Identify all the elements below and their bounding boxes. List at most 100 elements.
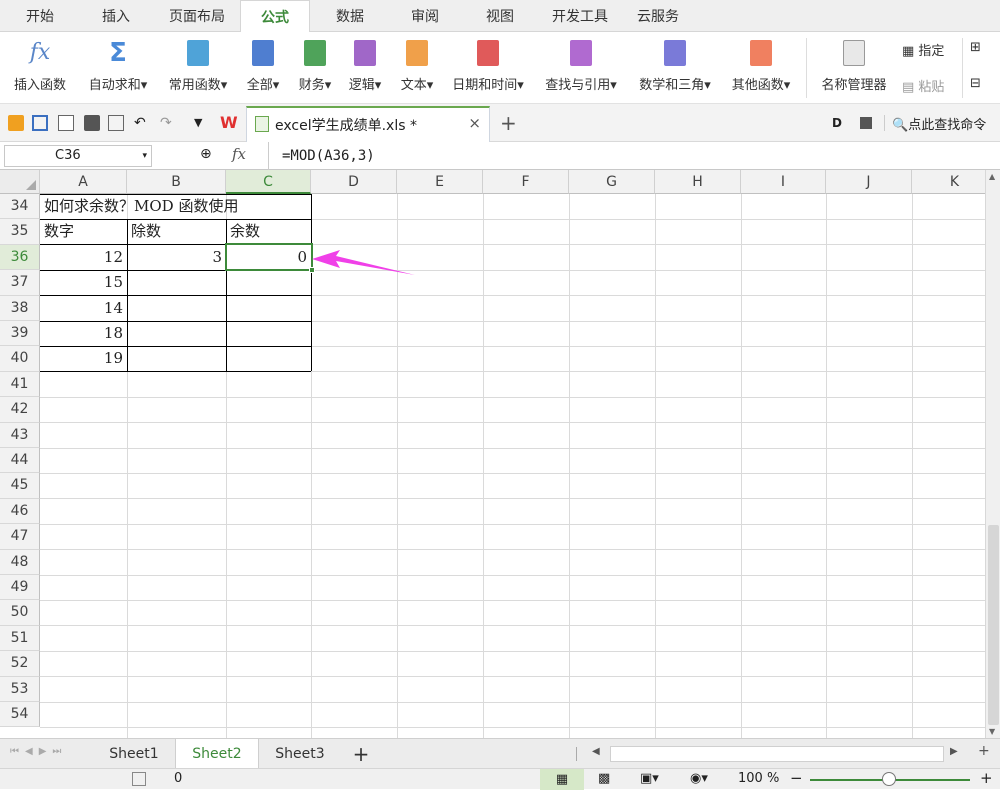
row-header[interactable]: 47 bbox=[0, 524, 40, 550]
all-functions-button[interactable]: 全部▾ bbox=[240, 36, 286, 100]
row-header[interactable]: 43 bbox=[0, 422, 40, 448]
trace-dependents-icon[interactable]: ⊟ bbox=[970, 76, 981, 91]
paste-names-button[interactable]: ▤ 粘贴 bbox=[902, 76, 944, 95]
menu-formulas[interactable]: 公式 bbox=[240, 0, 310, 33]
row-header[interactable]: 46 bbox=[0, 498, 40, 525]
scroll-up-icon[interactable]: ▲ bbox=[989, 172, 995, 181]
sheet-tab-1[interactable]: Sheet1 bbox=[94, 739, 174, 769]
cell-b36[interactable]: 3 bbox=[127, 245, 226, 270]
comment-icon[interactable] bbox=[860, 117, 872, 129]
menu-developer[interactable]: 开发工具 bbox=[540, 0, 620, 32]
scroll-right-icon[interactable]: ▶ bbox=[950, 746, 958, 757]
vertical-scrollbar[interactable]: ▲ ▼ bbox=[985, 170, 1000, 738]
column-header-j[interactable]: J bbox=[826, 170, 912, 194]
row-header[interactable]: 50 bbox=[0, 600, 40, 626]
customize-dropdown-icon[interactable]: ▼ bbox=[194, 115, 210, 131]
zoom-formula-icon[interactable]: ⊕ bbox=[200, 146, 212, 162]
menu-cloud[interactable]: 云服务 bbox=[628, 0, 688, 32]
row-header[interactable]: 42 bbox=[0, 397, 40, 423]
autosum-button[interactable]: Σ 自动求和▾ bbox=[82, 36, 154, 100]
math-trig-button[interactable]: 数学和三角▾ bbox=[632, 36, 718, 100]
financial-button[interactable]: 财务▾ bbox=[292, 36, 338, 100]
reading-mode-icon[interactable]: ◉▾ bbox=[690, 771, 708, 786]
file-tab[interactable]: excel学生成绩单.xls * × bbox=[246, 106, 490, 142]
assign-button[interactable]: ▦ 指定 bbox=[902, 40, 944, 59]
menu-insert[interactable]: 插入 bbox=[82, 0, 150, 32]
row-header-selected[interactable]: 36 bbox=[0, 244, 40, 271]
column-header-a[interactable]: A bbox=[40, 170, 127, 194]
cell-a36[interactable]: 12 bbox=[40, 245, 127, 270]
scroll-left-icon[interactable]: ◀ bbox=[592, 746, 600, 757]
column-header-e[interactable]: E bbox=[397, 170, 483, 194]
cell-a34[interactable]: 如何求余数？MOD 函数使用 bbox=[40, 194, 311, 219]
save-icon[interactable] bbox=[32, 115, 48, 131]
row-header[interactable]: 37 bbox=[0, 270, 40, 296]
row-header[interactable]: 51 bbox=[0, 625, 40, 652]
cell-c35[interactable]: 余数 bbox=[226, 219, 311, 244]
menu-home[interactable]: 开始 bbox=[10, 0, 70, 32]
name-box[interactable]: C36 ▾ bbox=[4, 145, 152, 167]
insert-function-button[interactable]: fx 插入函数 bbox=[8, 36, 72, 100]
cell-a40[interactable]: 19 bbox=[40, 346, 127, 371]
menu-data[interactable]: 数据 bbox=[320, 0, 380, 32]
more-functions-button[interactable]: 其他函数▾ bbox=[725, 36, 797, 100]
row-header[interactable]: 49 bbox=[0, 575, 40, 601]
formula-input[interactable]: =MOD(A36,3) bbox=[282, 142, 375, 170]
new-tab-icon[interactable]: + bbox=[500, 113, 517, 133]
row-header[interactable]: 35 bbox=[0, 219, 40, 245]
zoom-level[interactable]: 100 % bbox=[738, 771, 779, 786]
scroll-down-icon[interactable]: ▼ bbox=[989, 727, 995, 736]
row-header[interactable]: 39 bbox=[0, 321, 40, 347]
column-header-f[interactable]: F bbox=[483, 170, 569, 194]
close-tab-icon[interactable]: × bbox=[468, 114, 481, 132]
row-header[interactable]: 40 bbox=[0, 346, 40, 372]
wps-logo-icon[interactable]: W bbox=[220, 115, 238, 131]
menu-page-layout[interactable]: 页面布局 bbox=[154, 0, 240, 32]
menu-review[interactable]: 审阅 bbox=[395, 0, 455, 32]
print-icon[interactable] bbox=[84, 115, 100, 131]
export-pdf-icon[interactable] bbox=[58, 115, 74, 131]
fx-button[interactable]: fx bbox=[232, 145, 246, 163]
cell-a39[interactable]: 18 bbox=[40, 321, 127, 346]
date-time-button[interactable]: 日期和时间▾ bbox=[445, 36, 531, 100]
spreadsheet-grid[interactable]: A B C D E F G H I J K 34 35 36 37 38 39 … bbox=[0, 170, 985, 738]
normal-view-icon[interactable]: ▦ bbox=[540, 769, 584, 790]
row-header[interactable]: 44 bbox=[0, 448, 40, 474]
vertical-scroll-thumb[interactable] bbox=[988, 525, 999, 725]
cell-a37[interactable]: 15 bbox=[40, 270, 127, 295]
sheet-tab-2[interactable]: Sheet2 bbox=[175, 739, 259, 769]
text-functions-button[interactable]: 文本▾ bbox=[394, 36, 440, 100]
sheet-nav-arrows-icon[interactable]: ⏮◀▶⏭ bbox=[10, 746, 67, 757]
print-preview-icon[interactable] bbox=[108, 115, 124, 131]
column-header-k[interactable]: K bbox=[912, 170, 985, 194]
column-header-c[interactable]: C bbox=[226, 170, 311, 194]
row-header[interactable]: 41 bbox=[0, 371, 40, 398]
d-icon[interactable]: D bbox=[832, 115, 848, 131]
cell-a35[interactable]: 数字 bbox=[40, 219, 127, 244]
command-search[interactable]: 🔍点此查找命令 bbox=[892, 114, 986, 133]
zoom-in-icon[interactable]: + bbox=[980, 769, 993, 787]
row-header[interactable]: 54 bbox=[0, 702, 40, 728]
column-header-i[interactable]: I bbox=[741, 170, 826, 194]
macro-record-icon[interactable] bbox=[132, 772, 146, 786]
logical-button[interactable]: 逻辑▾ bbox=[342, 36, 388, 100]
row-header[interactable]: 34 bbox=[0, 194, 40, 220]
sheet-tab-3[interactable]: Sheet3 bbox=[260, 739, 340, 769]
column-header-b[interactable]: B bbox=[127, 170, 226, 194]
column-header-g[interactable]: G bbox=[569, 170, 655, 194]
row-header[interactable]: 48 bbox=[0, 549, 40, 575]
page-layout-view-icon[interactable]: ▣▾ bbox=[640, 771, 659, 786]
row-header[interactable]: 53 bbox=[0, 676, 40, 702]
select-all-corner[interactable] bbox=[0, 170, 40, 194]
name-box-dropdown-icon[interactable]: ▾ bbox=[142, 146, 147, 166]
redo-icon[interactable]: ↷ bbox=[160, 115, 176, 131]
common-functions-button[interactable]: 常用函数▾ bbox=[162, 36, 234, 100]
lookup-reference-button[interactable]: 查找与引用▾ bbox=[538, 36, 624, 100]
horizontal-scrollbar[interactable] bbox=[610, 746, 944, 762]
page-break-view-icon[interactable]: ▩ bbox=[598, 771, 610, 786]
menu-view[interactable]: 视图 bbox=[470, 0, 530, 32]
row-header[interactable]: 52 bbox=[0, 651, 40, 677]
row-header[interactable]: 45 bbox=[0, 473, 40, 499]
zoom-out-icon[interactable]: − bbox=[790, 769, 803, 787]
zoom-slider-thumb[interactable] bbox=[882, 772, 896, 786]
